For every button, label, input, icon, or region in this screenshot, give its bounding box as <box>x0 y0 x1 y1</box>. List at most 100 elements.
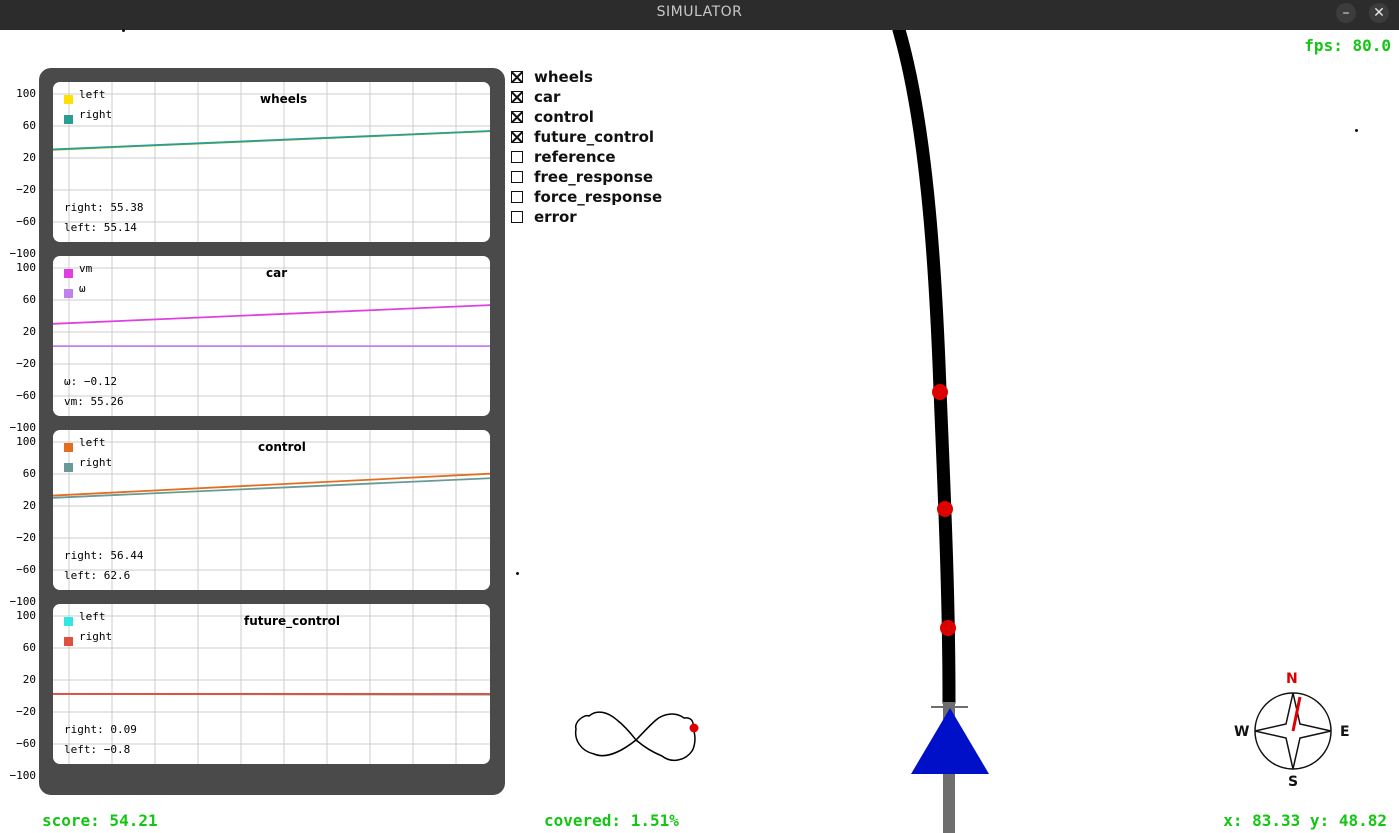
car-body[interactable] <box>911 708 989 774</box>
legend-swatch <box>64 289 73 298</box>
chart-ytick-label: −100 <box>9 769 37 782</box>
checkbox[interactable] <box>511 71 523 83</box>
toggle-free-response[interactable]: free_response <box>511 167 662 187</box>
checkbox[interactable] <box>511 211 523 223</box>
legend-label: ω <box>79 282 86 295</box>
scatter-dot <box>1355 129 1358 132</box>
waypoint-marker <box>940 620 956 636</box>
close-button[interactable]: ✕ <box>1369 3 1389 23</box>
chart-plot <box>53 430 490 590</box>
legend-label: left <box>79 610 106 623</box>
toggle-label: reference <box>534 148 616 166</box>
chart-ytick-label: 20 <box>22 151 36 164</box>
chart-plot <box>53 604 490 764</box>
chart-ytick-label: 20 <box>22 673 36 686</box>
toggle-label: error <box>534 208 577 226</box>
chart-ytick-label: −60 <box>16 737 36 750</box>
legend-entry: left <box>64 610 106 626</box>
chart-value-readout: right: 55.38 <box>64 201 144 214</box>
checkbox[interactable] <box>511 131 523 143</box>
chart-value-readout: ω: −0.12 <box>64 375 117 388</box>
track-minimap <box>574 711 696 762</box>
chart-control: control left right right: 56.44 left: 62.6 <box>53 430 490 590</box>
legend-entry: vm <box>64 262 92 278</box>
legend-entry: left <box>64 436 106 452</box>
series-line-1 <box>53 130 490 151</box>
window-titlebar: SIMULATOR – ✕ <box>0 0 1399 30</box>
simulation-canvas[interactable]: fps: 80.0 score: 54.21 covered: 1.51% x:… <box>0 29 1399 833</box>
minimap-car-marker <box>689 723 699 733</box>
chart-ytick-label: 60 <box>22 641 36 654</box>
legend-label: vm <box>79 262 93 275</box>
toggle-control[interactable]: control <box>511 107 662 127</box>
legend-swatch <box>64 115 73 124</box>
scatter-dot <box>122 29 125 32</box>
legend-entry: right <box>64 456 112 472</box>
position-readout: x: 83.33 y: 48.82 <box>1223 811 1387 830</box>
legend-swatch <box>64 617 73 626</box>
track-path <box>892 30 956 709</box>
checkbox[interactable] <box>511 171 523 183</box>
chart-future-control: future_control left right right: 0.09 left: … <box>53 604 490 764</box>
legend-swatch <box>64 637 73 646</box>
chart-value-readout: left: −0.8 <box>64 743 131 756</box>
toggle-force-response[interactable]: force_response <box>511 187 662 207</box>
checkbox[interactable] <box>511 91 523 103</box>
chart-plot <box>53 82 490 242</box>
legend-swatch <box>64 269 73 278</box>
series-line-1 <box>53 477 490 499</box>
compass-west-label: W <box>1234 724 1250 740</box>
coverage-readout: covered: 1.51% <box>544 811 679 830</box>
chart-value-readout: left: 55.14 <box>64 221 137 234</box>
score-readout: score: 54.21 <box>42 811 158 830</box>
legend-label: right <box>79 630 113 643</box>
legend-entry: right <box>64 108 112 124</box>
waypoint-marker <box>932 384 948 400</box>
chart-plot <box>53 256 490 416</box>
chart-ytick-label: 100 <box>16 87 36 100</box>
toggle-label: force_response <box>534 188 663 206</box>
chart-ytick-label: −100 <box>9 247 37 260</box>
toggle-label: free_response <box>534 168 654 186</box>
toggle-wheels[interactable]: wheels <box>511 67 662 87</box>
legend-label: left <box>79 88 106 101</box>
legend-swatch <box>64 463 73 472</box>
series-line-0 <box>53 304 490 325</box>
chart-title: car <box>266 266 288 280</box>
chart-ytick-label: 100 <box>16 261 36 274</box>
checkbox[interactable] <box>511 111 523 123</box>
chart-ytick-label: 100 <box>16 435 36 448</box>
chart-ytick-label: 60 <box>22 293 36 306</box>
checkbox[interactable] <box>511 191 523 203</box>
toggle-label: future_control <box>534 128 655 146</box>
checkbox[interactable] <box>511 151 523 163</box>
plot-toggle-list: wheels car control future_control refere… <box>511 67 662 227</box>
chart-ytick-label: −100 <box>9 421 37 434</box>
legend-entry: right <box>64 630 112 646</box>
series-line-0 <box>53 472 490 497</box>
chart-car: car vm ω ω: −0.12 vm: 55.26 <box>53 256 490 416</box>
legend-swatch <box>64 95 73 104</box>
toggle-error[interactable]: error <box>511 207 662 227</box>
compass-north-label: N <box>1286 671 1298 687</box>
toggle-reference[interactable]: reference <box>511 147 662 167</box>
chart-value-readout: left: 62.6 <box>64 569 131 582</box>
chart-title: wheels <box>260 92 308 106</box>
legend-label: left <box>79 436 106 449</box>
chart-ytick-label: −20 <box>16 705 36 718</box>
chart-ytick-label: 20 <box>22 325 36 338</box>
chart-ytick-label: 20 <box>22 499 36 512</box>
chart-ytick-label: −20 <box>16 531 36 544</box>
toggle-car[interactable]: car <box>511 87 662 107</box>
window-title: SIMULATOR <box>656 4 743 20</box>
chart-value-readout: vm: 55.26 <box>64 395 124 408</box>
chart-title: control <box>258 440 306 454</box>
chart-ytick-label: 60 <box>22 467 36 480</box>
chart-ytick-label: 100 <box>16 609 36 622</box>
legend-swatch <box>64 443 73 452</box>
toggle-future-control[interactable]: future_control <box>511 127 662 147</box>
chart-ytick-label: −60 <box>16 563 36 576</box>
chart-ytick-label: −20 <box>16 183 36 196</box>
legend-label: right <box>79 456 113 469</box>
minimize-button[interactable]: – <box>1336 3 1356 23</box>
